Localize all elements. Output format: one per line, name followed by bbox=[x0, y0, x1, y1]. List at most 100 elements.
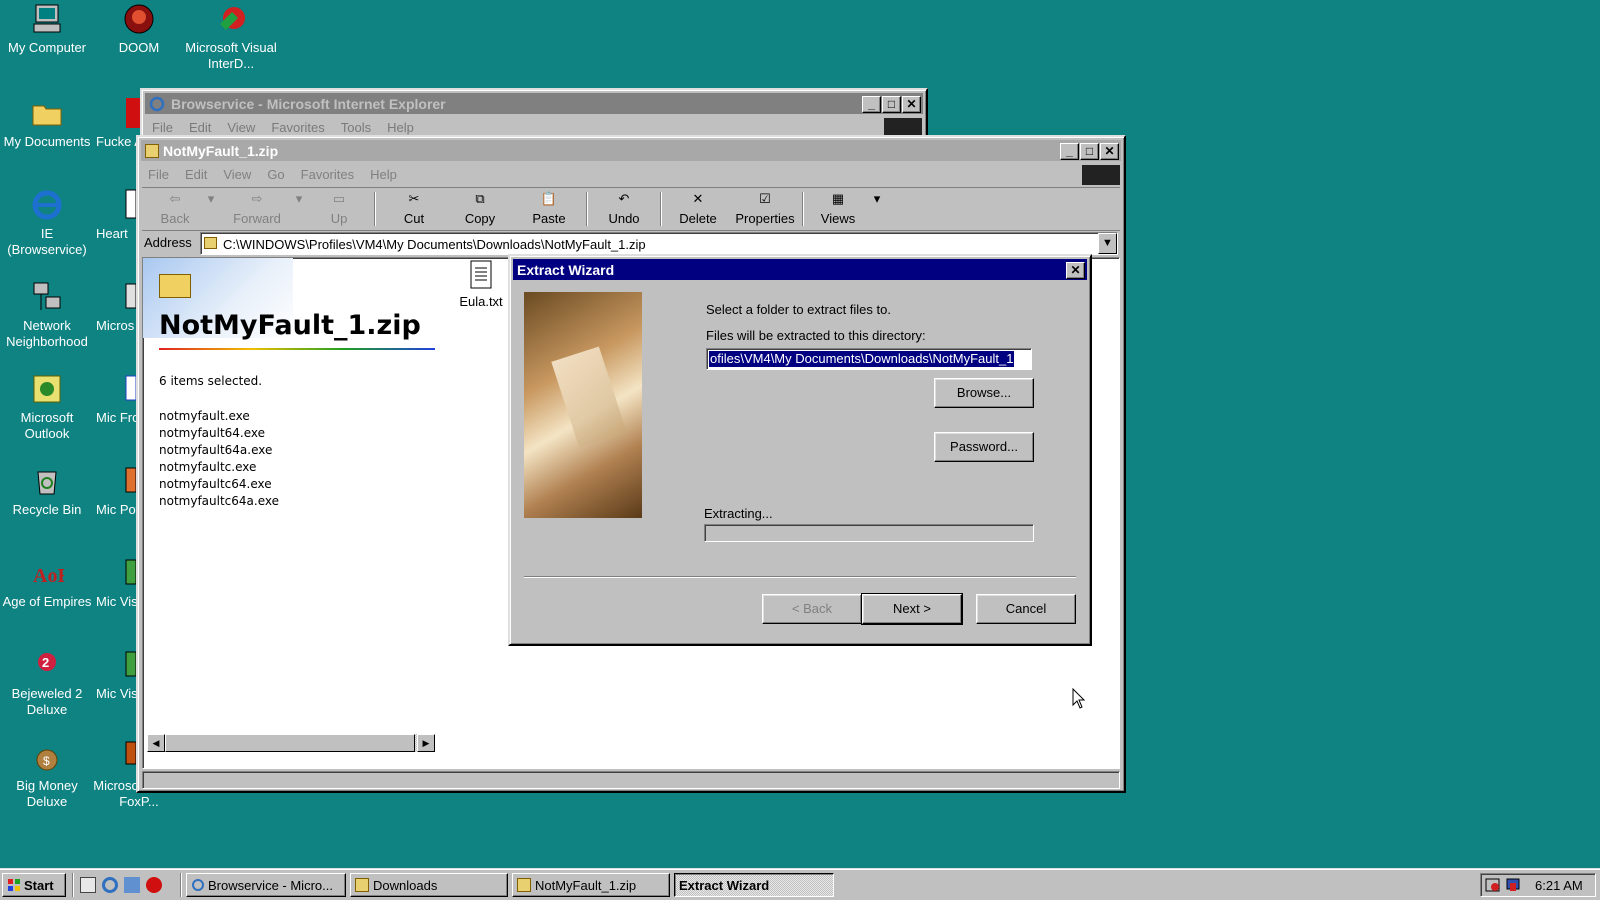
cancel-button[interactable]: Cancel bbox=[976, 594, 1076, 624]
desktop-icon-my-computer[interactable]: My Computer bbox=[1, 2, 93, 56]
zip-folder-icon bbox=[517, 878, 531, 892]
ie-titlebar[interactable]: Browservice - Microsoft Internet Explore… bbox=[145, 93, 923, 114]
list-item[interactable]: notmyfault64a.exe bbox=[159, 442, 279, 459]
tray-network-icon[interactable] bbox=[1505, 877, 1521, 893]
desktop-icon-recycle-bin[interactable]: Recycle Bin bbox=[1, 464, 93, 518]
desktop-icon-network[interactable]: Network Neighborhood bbox=[1, 280, 93, 350]
browse-button[interactable]: Browse... bbox=[934, 378, 1034, 408]
desktop-icon-ie[interactable]: IE (Browservice) bbox=[1, 188, 93, 258]
age-of-empires-icon: AoE bbox=[33, 565, 64, 587]
cut-button[interactable]: ✂ Cut bbox=[388, 188, 440, 230]
task-browservice[interactable]: Browservice - Micro... bbox=[186, 873, 346, 897]
zip-folder-icon bbox=[145, 143, 159, 158]
outlook-express-icon[interactable] bbox=[124, 877, 140, 893]
desktop-icon-visual-interdev[interactable]: Microsoft Visual InterD... bbox=[185, 2, 277, 72]
address-input[interactable]: C:\WINDOWS\Profiles\VM4\My Documents\Dow… bbox=[200, 232, 1118, 255]
extracting-text: Extracting... bbox=[704, 506, 773, 521]
properties-button[interactable]: ☑ Properties bbox=[730, 188, 800, 230]
views-dropdown[interactable]: ▾ bbox=[870, 188, 884, 230]
views-button[interactable]: ▦ Views bbox=[810, 188, 866, 230]
scroll-thumb[interactable] bbox=[165, 734, 415, 752]
ie-title: Browservice - Microsoft Internet Explore… bbox=[171, 95, 446, 112]
list-item[interactable]: notmyfaultc64a.exe bbox=[159, 493, 279, 510]
horizontal-scrollbar[interactable]: ◀ ▶ bbox=[147, 734, 435, 752]
start-button[interactable]: Start bbox=[2, 873, 66, 897]
menu-file[interactable]: File bbox=[152, 120, 173, 135]
separator bbox=[180, 873, 182, 897]
close-button[interactable]: ✕ bbox=[1066, 262, 1085, 279]
maximize-button[interactable]: □ bbox=[882, 96, 901, 113]
task-extract-wizard[interactable]: Extract Wizard bbox=[674, 873, 834, 897]
menu-view[interactable]: View bbox=[223, 167, 251, 182]
list-item[interactable]: notmyfault64.exe bbox=[159, 425, 279, 442]
desktop-icon-label: Recycle Bin bbox=[12, 502, 82, 517]
desktop-icon-label: IE (Browservice) bbox=[7, 226, 87, 257]
taskbar: Start Browservice - Micro... Downloads N… bbox=[0, 868, 1600, 900]
opera-icon[interactable] bbox=[146, 877, 162, 893]
extract-path-input[interactable]: ofiles\VM4\My Documents\Downloads\NotMyF… bbox=[706, 348, 1032, 370]
desktop-icon-label: Micros bbox=[96, 318, 135, 333]
file-icon-eula[interactable]: Eula.txt bbox=[459, 260, 503, 309]
maximize-button[interactable]: □ bbox=[1080, 143, 1099, 160]
menu-go[interactable]: Go bbox=[267, 167, 284, 182]
start-label: Start bbox=[24, 877, 54, 893]
menu-file[interactable]: File bbox=[148, 167, 169, 182]
doom-icon bbox=[124, 4, 154, 34]
menu-edit[interactable]: Edit bbox=[185, 167, 207, 182]
copy-button[interactable]: ⧉ Copy bbox=[452, 188, 508, 230]
desktop-icon-outlook[interactable]: Microsoft Outlook bbox=[1, 372, 93, 442]
back-button[interactable]: ⇦ Back bbox=[148, 188, 202, 230]
scroll-right-button[interactable]: ▶ bbox=[417, 734, 435, 752]
forward-button[interactable]: ⇨ Forward bbox=[222, 188, 292, 230]
desktop-icon-doom[interactable]: DOOM bbox=[93, 2, 185, 56]
close-button[interactable]: ✕ bbox=[902, 96, 921, 113]
forward-dropdown[interactable]: ▾ bbox=[292, 188, 306, 230]
desktop-icon-my-documents[interactable]: My Documents bbox=[1, 96, 93, 150]
task-downloads[interactable]: Downloads bbox=[350, 873, 508, 897]
list-item[interactable]: notmyfault.exe bbox=[159, 408, 279, 425]
next-button[interactable]: Next > bbox=[861, 593, 963, 625]
separator bbox=[72, 873, 74, 897]
minimize-button[interactable]: _ bbox=[862, 96, 881, 113]
menu-tools[interactable]: Tools bbox=[341, 120, 371, 135]
delete-button[interactable]: ✕ Delete bbox=[668, 188, 728, 230]
undo-button[interactable]: ↶ Undo bbox=[594, 188, 654, 230]
menu-edit[interactable]: Edit bbox=[189, 120, 211, 135]
scroll-left-button[interactable]: ◀ bbox=[147, 734, 165, 752]
desktop-icon-big-money[interactable]: $ Big Money Deluxe bbox=[1, 740, 93, 810]
tray-scheduler-icon[interactable] bbox=[1485, 877, 1501, 893]
minimize-button[interactable]: _ bbox=[1060, 143, 1079, 160]
separator bbox=[374, 192, 376, 226]
task-label: NotMyFault_1.zip bbox=[535, 877, 637, 893]
status-bar bbox=[142, 771, 1120, 789]
desktop-shortcut-icon[interactable] bbox=[80, 877, 96, 893]
task-label: Browservice - Micro... bbox=[208, 877, 333, 893]
menu-help[interactable]: Help bbox=[387, 120, 414, 135]
task-label: Extract Wizard bbox=[679, 877, 770, 893]
clock: 6:21 AM bbox=[1535, 878, 1583, 893]
desktop-icon-age-of-empires[interactable]: AoE Age of Empires bbox=[1, 556, 93, 610]
explorer-titlebar[interactable]: NotMyFault_1.zip _ □ ✕ bbox=[141, 140, 1121, 161]
menu-help[interactable]: Help bbox=[370, 167, 397, 182]
select-folder-text: Select a folder to extract files to. bbox=[706, 302, 891, 317]
internet-explorer-icon[interactable] bbox=[102, 877, 118, 893]
password-button[interactable]: Password... bbox=[934, 432, 1034, 462]
close-button[interactable]: ✕ bbox=[1100, 143, 1119, 160]
desktop-icon-label: Microsoft Visual InterD... bbox=[185, 40, 277, 71]
up-button[interactable]: ▭ Up bbox=[314, 188, 364, 230]
extract-wizard-dialog[interactable]: Extract Wizard ✕ Select a folder to extr… bbox=[508, 254, 1092, 646]
desktop-icon-bejeweled[interactable]: 2 Bejeweled 2 Deluxe bbox=[1, 648, 93, 718]
wizard-titlebar[interactable]: Extract Wizard ✕ bbox=[513, 259, 1087, 280]
separator bbox=[802, 192, 804, 226]
menu-favorites[interactable]: Favorites bbox=[301, 167, 354, 182]
menu-view[interactable]: View bbox=[227, 120, 255, 135]
back-dropdown[interactable]: ▾ bbox=[204, 188, 218, 230]
paste-button[interactable]: 📋 Paste bbox=[520, 188, 578, 230]
menu-favorites[interactable]: Favorites bbox=[271, 120, 324, 135]
address-dropdown-button[interactable]: ▼ bbox=[1098, 233, 1117, 254]
task-notmyfault[interactable]: NotMyFault_1.zip bbox=[512, 873, 670, 897]
list-item[interactable]: notmyfaultc64.exe bbox=[159, 476, 279, 493]
desktop-icon-label: Age of Empires bbox=[2, 594, 92, 609]
back-button[interactable]: < Back bbox=[762, 594, 862, 624]
list-item[interactable]: notmyfaultc.exe bbox=[159, 459, 279, 476]
